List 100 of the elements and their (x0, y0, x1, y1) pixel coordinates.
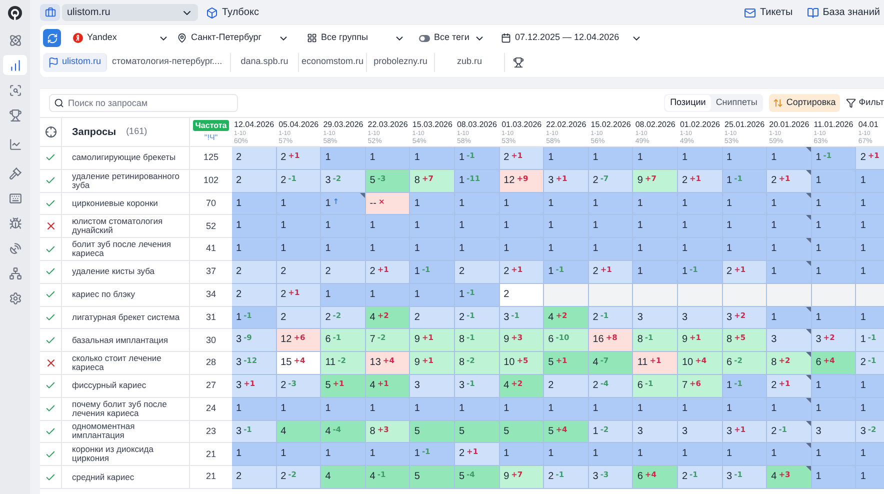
position-value: 2 (504, 288, 510, 301)
position-value: 1 (637, 243, 643, 256)
view-tab[interactable]: Сниппеты (710, 95, 762, 111)
position-value: 2 (236, 174, 242, 187)
position-value: 3 (816, 426, 822, 438)
position-value: 1 (637, 220, 643, 232)
position-value: 1 (370, 288, 376, 301)
date-header[interactable]: 15.03.2026 (412, 118, 452, 130)
position-value: 1 (592, 402, 598, 415)
position-value: 1 (860, 402, 866, 415)
position-value: 2 (458, 448, 465, 460)
crosshair-icon[interactable] (44, 126, 56, 138)
date-header[interactable]: 25.01.2026 (724, 118, 765, 130)
domain-tab[interactable]: dana.spb.ru (231, 52, 300, 72)
refresh-button[interactable] (43, 29, 61, 47)
position-value: 5 (414, 471, 420, 484)
position-value: 4 (325, 426, 331, 438)
position-value: 4 (370, 380, 376, 392)
position-value: 1 (370, 152, 376, 164)
project-icon-button[interactable] (40, 4, 60, 21)
date-header[interactable]: 20.01.2026 (769, 118, 810, 130)
position-value: 1 (726, 448, 732, 460)
position-value: 1 (458, 243, 465, 256)
groups-select[interactable]: Все группы (307, 31, 405, 45)
date-header[interactable]: 01.03.2026 (502, 118, 542, 130)
line-chart-icon (8, 138, 22, 150)
position-value: 1 (458, 152, 465, 164)
position-value: 1 (548, 448, 554, 460)
position-value: 2 (280, 266, 286, 278)
date-header[interactable]: 22.03.2026 (368, 118, 408, 130)
position-value: 1 (325, 243, 331, 256)
position-value: -- (370, 198, 376, 210)
date-header[interactable]: 01.02.2026 (680, 118, 720, 130)
date-header[interactable]: 12.04.2026 (234, 118, 274, 130)
project-select[interactable]: ulistom.ru (62, 4, 198, 21)
queries-header[interactable]: Запросы (72, 124, 116, 140)
toolbox-link[interactable]: Тулбокс (206, 5, 259, 20)
frequency-value: 21 (206, 470, 216, 484)
date-header[interactable]: 15.02.2026 (590, 118, 631, 130)
date-header[interactable]: 11.01.2026 (814, 118, 854, 130)
position-value: 2 (325, 266, 331, 278)
knowledge-base-link[interactable]: База знаний (806, 5, 880, 20)
position-value: 2 (325, 312, 331, 324)
position-value: 1 (592, 198, 598, 210)
position-value: 2 (771, 174, 777, 187)
domain-tab[interactable]: economstom.ru (299, 52, 368, 72)
position-value: 1 (771, 243, 777, 256)
sort-button[interactable]: Сортировка (769, 94, 840, 112)
sort-icon (773, 98, 784, 108)
position-value: 1 (816, 312, 822, 324)
frequency-value: 31 (206, 310, 216, 324)
position-value: 1 (414, 220, 420, 232)
date-header[interactable]: 04.01 (858, 118, 878, 130)
position-value: 2 (504, 266, 510, 278)
date-header[interactable]: 08.03.2026 (456, 118, 498, 130)
position-value: 2 (236, 266, 242, 278)
search-field[interactable]: Поиск по запросам (49, 94, 238, 112)
date-header[interactable]: 22.02.2026 (546, 118, 586, 130)
query-text: лигатурная брекет система (72, 312, 180, 322)
position-value: 12 (280, 334, 292, 346)
domain-tab[interactable]: zub.ru (435, 52, 506, 72)
position-value: 1 (726, 198, 732, 210)
logo-icon (7, 5, 23, 21)
position-value: 1 (816, 198, 822, 210)
position-value: 1 (236, 220, 242, 232)
date-header[interactable]: 08.02.2026 (635, 118, 676, 130)
position-value: 6 (726, 357, 732, 370)
date-header[interactable]: 29.03.2026 (323, 118, 364, 130)
query-text: циркониевые коронки (72, 198, 158, 208)
position-value: 1 (504, 220, 510, 232)
satellite-dish-icon (8, 242, 22, 254)
tags-select[interactable]: Все теги (419, 31, 485, 45)
position-value: 4 (325, 471, 331, 484)
tickets-link[interactable]: Тикеты (744, 5, 793, 20)
date-range-select[interactable]: 07.12.2025 — 12.04.2026 (501, 31, 642, 45)
date-header[interactable]: 05.04.2026 (278, 118, 319, 130)
position-value: 1 (771, 448, 777, 460)
position-value: 1 (236, 198, 242, 210)
position-value: 1 (771, 220, 777, 232)
position-value: 10 (504, 357, 515, 370)
domain-tab[interactable]: probolezny.ru (367, 52, 436, 72)
engine-select[interactable]: Yandex (73, 31, 169, 45)
position-value: 1 (726, 380, 732, 392)
position-value: 1 (726, 220, 732, 232)
view-tab[interactable]: Позиции (665, 95, 711, 111)
domain-tab[interactable]: ulistom.ru (43, 52, 108, 72)
sidebar-item[interactable] (3, 55, 27, 75)
position-value: 8 (637, 334, 643, 346)
position-value: 1 (325, 402, 331, 415)
region-select[interactable]: Санкт-Петербург (177, 31, 289, 45)
position-value: 4 (370, 312, 376, 324)
position-value: 2 (236, 288, 242, 301)
position-value: 1 (860, 243, 866, 256)
position-value: 1 (504, 402, 510, 415)
domain-tab[interactable]: стоматология-петербург.... (107, 52, 232, 72)
trophy-icon[interactable] (513, 56, 524, 68)
position-value: 3 (860, 426, 866, 438)
position-value: 1 (637, 266, 643, 278)
filter-icon (846, 98, 856, 108)
filter-button[interactable]: Фильт (846, 96, 884, 110)
